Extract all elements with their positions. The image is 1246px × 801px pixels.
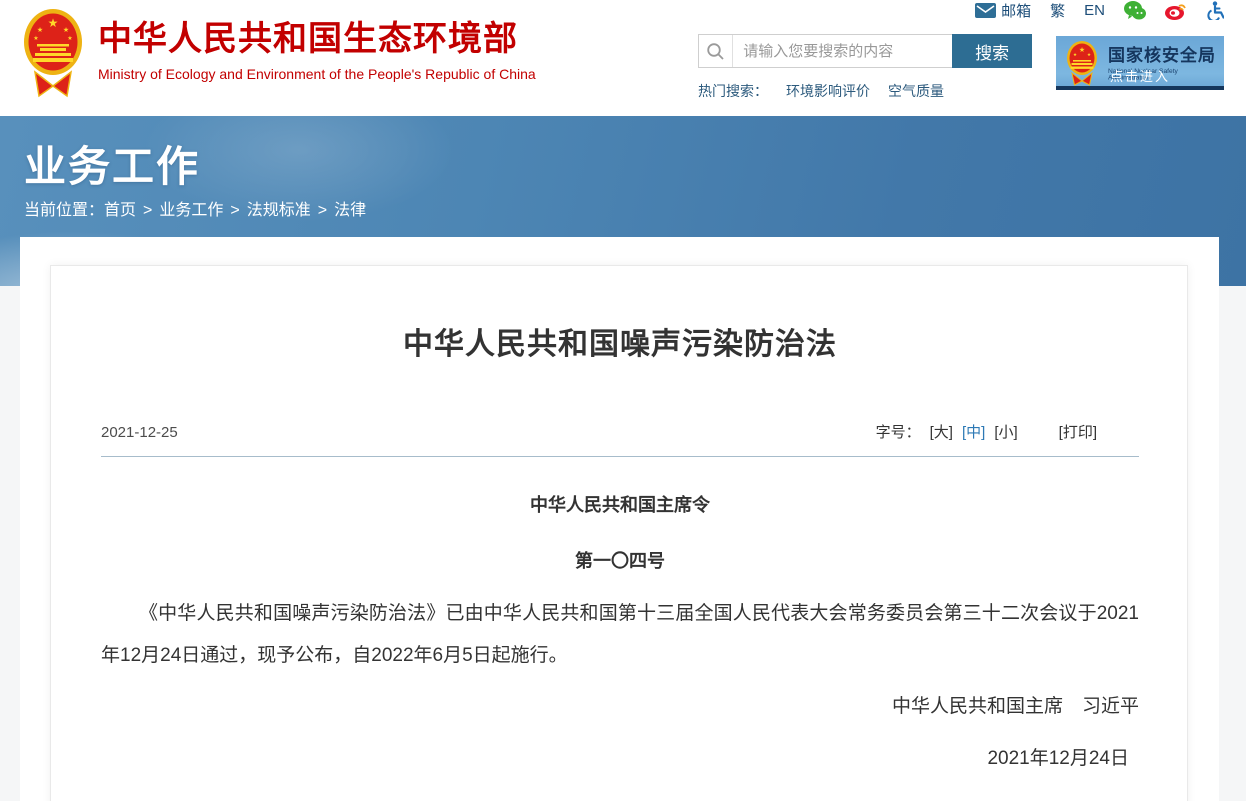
- article-date: 2021-12-25: [101, 422, 178, 444]
- site-logo[interactable]: ★ ★ ★ ★ ★ 中华人民共和国生态环境部 Ministry of Ecolo…: [22, 6, 536, 105]
- presidential-order-number: 第一〇四号: [101, 549, 1139, 573]
- nuclear-badge-strip: [1056, 86, 1224, 90]
- font-size-medium-button[interactable]: [中]: [962, 422, 985, 444]
- page-title: 业务工作: [24, 133, 200, 194]
- svg-text:★: ★: [1079, 46, 1085, 54]
- wechat-link[interactable]: [1124, 1, 1146, 20]
- font-size-small-button[interactable]: [小]: [994, 422, 1017, 444]
- article-card: 中华人民共和国噪声污染防治法 2021-12-25 字号： [大] [中] [小…: [50, 265, 1188, 801]
- breadcrumb-regulations[interactable]: 法规标准: [247, 202, 311, 219]
- traditional-chinese-link[interactable]: 繁: [1050, 0, 1065, 21]
- article-paragraph: 《中华人民共和国噪声污染防治法》已由中华人民共和国第十三届全国人民代表大会常务委…: [101, 593, 1139, 677]
- article-title: 中华人民共和国噪声污染防治法: [101, 324, 1139, 366]
- breadcrumb: 当前位置：首页 > 业务工作 > 法规标准 > 法律: [24, 196, 366, 220]
- hot-search-link-eia[interactable]: 环境影响评价: [786, 81, 870, 101]
- search-area: 搜索 热门搜索： 环境影响评价 空气质量: [698, 34, 1032, 101]
- national-emblem-icon: ★ ★ ★ ★ ★: [22, 6, 84, 105]
- breadcrumb-separator: >: [230, 202, 239, 219]
- search-box: 搜索: [698, 34, 1032, 68]
- nuclear-safety-banner[interactable]: ★ ★ ★ 国家核安全局 National Nuclear Safety Adm…: [1056, 36, 1224, 90]
- nuclear-enter-link[interactable]: 点击进入: [1056, 66, 1224, 85]
- mailbox-link[interactable]: 邮箱: [975, 0, 1031, 21]
- site-subtitle: Ministry of Ecology and Environment of t…: [98, 66, 536, 82]
- english-link[interactable]: EN: [1084, 2, 1105, 19]
- content-wrapper: 中华人民共和国噪声污染防治法 2021-12-25 字号： [大] [中] [小…: [20, 237, 1219, 801]
- search-input[interactable]: [733, 35, 952, 67]
- accessibility-link[interactable]: [1206, 1, 1224, 20]
- breadcrumb-business[interactable]: 业务工作: [159, 202, 223, 219]
- article-meta-row: 2021-12-25 字号： [大] [中] [小] [打印]: [101, 422, 1139, 444]
- wechat-icon: [1124, 1, 1146, 20]
- breadcrumb-law[interactable]: 法律: [334, 202, 366, 219]
- font-size-large-button[interactable]: [大]: [930, 422, 953, 444]
- accessibility-icon: [1206, 1, 1224, 20]
- mail-icon: [975, 3, 996, 18]
- signer-line: 中华人民共和国主席 习近平: [101, 695, 1139, 719]
- sign-date-line: 2021年12月24日: [101, 747, 1139, 771]
- print-button[interactable]: [打印]: [1059, 422, 1097, 444]
- search-button[interactable]: 搜索: [952, 34, 1032, 68]
- mailbox-label: 邮箱: [1001, 0, 1031, 21]
- svg-text:★: ★: [67, 35, 72, 42]
- font-size-label: 字号：: [876, 422, 921, 444]
- hot-search-link-air[interactable]: 空气质量: [888, 81, 944, 101]
- weibo-icon: [1165, 1, 1187, 20]
- breadcrumb-separator: >: [318, 202, 327, 219]
- breadcrumb-separator: >: [143, 202, 152, 219]
- site-title: 中华人民共和国生态环境部: [98, 20, 536, 58]
- svg-text:★: ★: [48, 16, 59, 30]
- svg-text:★: ★: [63, 26, 69, 34]
- meta-divider: [101, 456, 1139, 457]
- svg-text:★: ★: [37, 26, 43, 34]
- breadcrumb-home[interactable]: 首页: [104, 202, 136, 219]
- svg-text:★: ★: [1073, 52, 1077, 57]
- breadcrumb-label: 当前位置：: [24, 202, 104, 219]
- site-header: 邮箱 繁 EN ★ ★ ★ ★: [0, 0, 1246, 116]
- hot-search-row: 热门搜索： 环境影响评价 空气质量: [698, 81, 1032, 101]
- utility-bar: 邮箱 繁 EN: [975, 0, 1224, 20]
- svg-text:★: ★: [1087, 52, 1091, 57]
- hot-search-label: 热门搜索：: [698, 81, 768, 101]
- presidential-order-title: 中华人民共和国主席令: [101, 493, 1139, 517]
- svg-text:★: ★: [33, 35, 38, 42]
- weibo-link[interactable]: [1165, 1, 1187, 20]
- search-icon[interactable]: [699, 35, 733, 67]
- nuclear-badge-title: 国家核安全局: [1108, 41, 1224, 66]
